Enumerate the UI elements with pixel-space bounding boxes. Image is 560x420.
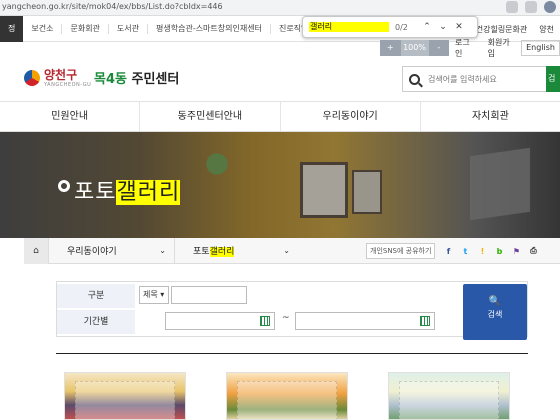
- page-title: 포토갤러리: [58, 174, 181, 206]
- print-icon[interactable]: ⎙: [526, 244, 540, 258]
- logo-subtext: YANGCHEON-GU: [44, 82, 92, 88]
- gallery-thumbnail[interactable]: [64, 372, 186, 420]
- start-date-input[interactable]: [165, 312, 275, 330]
- browser-url-bar[interactable]: yangcheon.go.kr/site/mok04/ex/bbs/List.d…: [0, 0, 560, 16]
- keyword-input[interactable]: [171, 286, 247, 304]
- thumbnail-image: [237, 381, 337, 419]
- language-select[interactable]: English: [521, 40, 560, 56]
- logo-text[interactable]: 양천구: [44, 66, 77, 83]
- location-menu-1[interactable]: 우리동이야기 ⌄: [48, 237, 174, 264]
- period-label: 기간별: [57, 310, 135, 334]
- calendar-icon[interactable]: [420, 316, 430, 326]
- find-count: 0/2: [395, 22, 408, 32]
- utility-row: + 100% - 로그인 회원가입 English: [380, 38, 560, 58]
- nav-item-center[interactable]: 동주민센터안내: [139, 102, 279, 131]
- strip-link-1[interactable]: 보건소: [23, 23, 63, 34]
- site-name[interactable]: 목4동 주민센터: [94, 68, 179, 87]
- site-name-rest: 주민센터: [126, 72, 180, 87]
- profile-icon[interactable]: [544, 1, 556, 13]
- nav-item-story[interactable]: 우리동이야기: [279, 102, 420, 131]
- gallery-thumbnail[interactable]: [226, 372, 348, 420]
- share-label: 개인SNS에 공유하기: [366, 243, 436, 259]
- location-bar: ⌂ 우리동이야기 ⌄ 포토갤러리 ⌄ 개인SNS에 공유하기 f t ! b ⚑…: [24, 237, 560, 264]
- strip-right-link-0[interactable]: 건강힐링문화관: [470, 24, 534, 35]
- find-next-button[interactable]: ⌄: [435, 22, 451, 32]
- page-title-pre: 포토: [74, 180, 117, 205]
- band-icon[interactable]: b: [492, 244, 506, 258]
- thumbnail-image: [75, 381, 175, 419]
- find-prev-button[interactable]: ⌃: [419, 22, 435, 32]
- date-separator: ~: [282, 313, 290, 323]
- extensions-icon[interactable]: [506, 1, 518, 13]
- end-date-input[interactable]: [295, 312, 435, 330]
- page-title-highlight: 갤러리: [116, 180, 181, 205]
- site-name-highlight: 목4동: [94, 72, 127, 87]
- zoom-value: 100%: [400, 40, 429, 56]
- kakaostory-icon[interactable]: !: [475, 244, 489, 258]
- site-search: [402, 66, 548, 92]
- calendar-icon[interactable]: [260, 316, 270, 326]
- strip-link-0[interactable]: 정: [0, 15, 24, 42]
- list-divider: [56, 353, 528, 354]
- yangcheon-logo-icon[interactable]: [24, 70, 40, 86]
- share-area: 개인SNS에 공유하기 f t ! b ⚑ ⎙: [366, 238, 540, 264]
- search-submit-button[interactable]: 🔍 검색: [463, 284, 527, 340]
- browser-toolbar: [506, 1, 556, 13]
- find-bar: 갤러리 0/2 ⌃ ⌄ ✕: [302, 16, 478, 38]
- board-search-form: 구분 제목 ▾ 기간별 ~ 🔍 검색: [56, 281, 528, 340]
- twitter-icon[interactable]: t: [458, 244, 472, 258]
- nav-item-hall[interactable]: 자치회관: [419, 102, 560, 131]
- nav-item-civil[interactable]: 민원안내: [0, 102, 139, 131]
- home-icon[interactable]: ⌂: [24, 237, 48, 264]
- search-button[interactable]: 검: [546, 66, 560, 92]
- gallery-thumbnail[interactable]: [388, 372, 510, 420]
- search-icon: 🔍: [488, 296, 502, 307]
- find-close-button[interactable]: ✕: [451, 22, 467, 32]
- bookmark-icon[interactable]: [525, 1, 537, 13]
- strip-link-4[interactable]: 평생학습관-스마트창의인재센터: [148, 23, 271, 34]
- search-icon: [409, 73, 420, 85]
- zoom-out-button[interactable]: -: [428, 40, 450, 56]
- category-select[interactable]: 제목 ▾: [139, 286, 169, 304]
- category-label: 구분: [57, 284, 135, 308]
- thumbnail-image: [399, 381, 499, 419]
- search-submit-label: 검색: [487, 310, 503, 319]
- scrap-icon[interactable]: ⚑: [509, 244, 523, 258]
- strip-link-2[interactable]: 문화회관: [62, 23, 109, 34]
- location-menu-2-pre: 포토: [193, 247, 210, 257]
- url-text[interactable]: yangcheon.go.kr/site/mok04/ex/bbs/List.d…: [2, 2, 223, 11]
- search-input[interactable]: [428, 74, 538, 84]
- main-nav: 민원안내 동주민센터안내 우리동이야기 자치회관: [0, 102, 560, 132]
- chevron-down-icon: ⌄: [283, 246, 290, 255]
- location-menu-2[interactable]: 포토갤러리 ⌄: [174, 237, 298, 264]
- find-input[interactable]: 갤러리: [309, 22, 389, 32]
- location-menu-1-label: 우리동이야기: [67, 247, 117, 257]
- strip-link-3[interactable]: 도서관: [109, 23, 149, 34]
- location-menu-2-label: 포토갤러리: [193, 244, 235, 257]
- location-menu-2-highlight: 갤러리: [209, 247, 235, 257]
- facebook-icon[interactable]: f: [441, 244, 455, 258]
- zoom-in-button[interactable]: +: [380, 40, 401, 56]
- strip-right-link-1[interactable]: 양천: [533, 24, 560, 35]
- chevron-down-icon: ⌄: [159, 246, 166, 255]
